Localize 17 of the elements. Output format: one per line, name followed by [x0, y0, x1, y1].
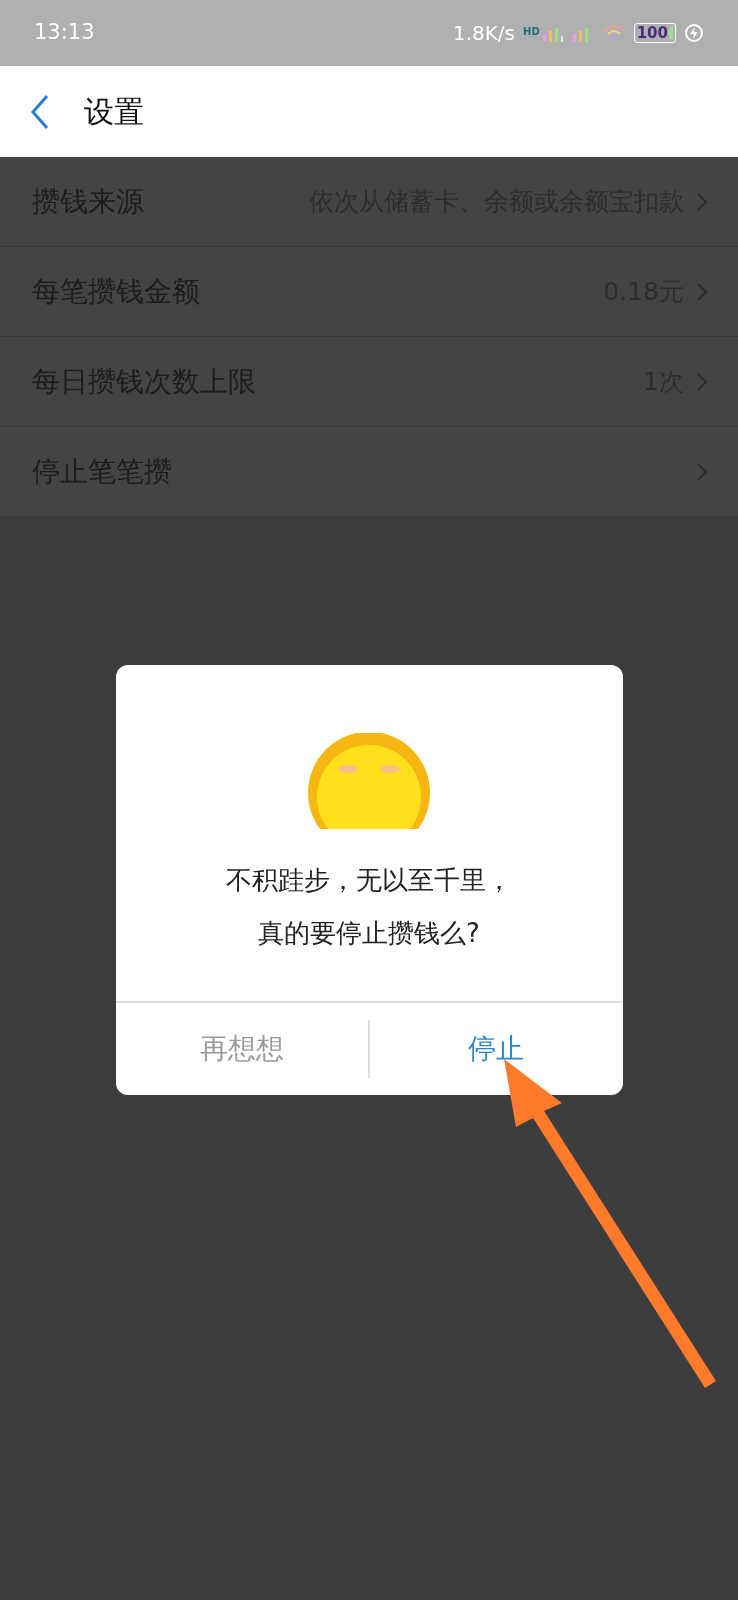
mascot-icon [308, 733, 430, 829]
chevron-icon [696, 461, 708, 482]
stop-button[interactable]: 停止 [370, 1003, 623, 1095]
dialog-message: 不积跬步，无以至千里， [226, 864, 512, 897]
dialog-message: 真的要停止攒钱么? [258, 917, 480, 950]
network-speed: 1.8K/s [452, 20, 515, 47]
chevron-icon [696, 281, 708, 302]
battery-icon: 100 [633, 23, 676, 43]
page-title: 设置 [84, 93, 144, 131]
chevron-icon [696, 191, 708, 212]
cancel-button[interactable]: 再想想 [115, 1003, 368, 1095]
chevron-icon [696, 371, 708, 392]
status-time: 13:13 [34, 19, 95, 47]
network-type-label: HD [523, 25, 540, 39]
charging-icon [684, 23, 704, 43]
wifi-icon [601, 23, 626, 43]
back-icon[interactable] [30, 93, 50, 130]
